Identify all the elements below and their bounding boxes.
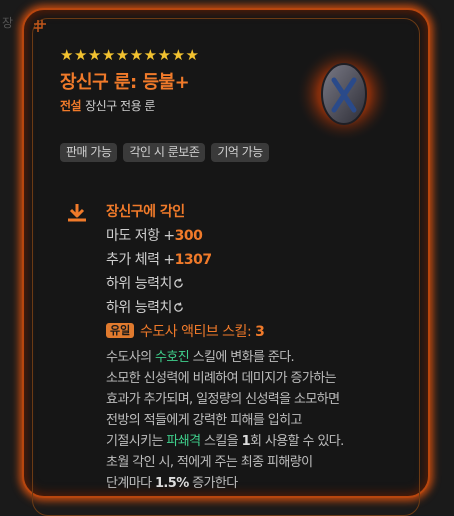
description-line: 기절시키는 파쇄격 스킬을 1회 사용할 수 있다. (106, 434, 344, 449)
description-line: 전방의 적들에게 강력한 피해를 입히고 (106, 413, 302, 428)
grade-label: 전설 (60, 99, 82, 113)
grade-line: 전설 장신구 전용 룬 (60, 97, 155, 114)
download-arrow-icon (68, 204, 86, 222)
item-subtype: 장신구 전용 룬 (85, 99, 155, 113)
stat-magic-resist: 마도 저항 +300 (106, 228, 203, 244)
tag-list: 판매 가능 각인 시 룬보존 기억 가능 (60, 143, 269, 162)
sub-stat-1: 하위 능력치 (106, 273, 184, 293)
tag-memorizable: 기억 가능 (211, 143, 269, 162)
tag-rune-preserve: 각인 시 룬보존 (123, 143, 206, 162)
tag-sellable: 판매 가능 (60, 143, 118, 162)
rune-stone-x-icon (296, 46, 392, 142)
background-label: 장 (2, 16, 13, 30)
stat-extra-health: 추가 체력 +1307 (106, 252, 212, 268)
skill-name-highlight: 파쇄격 (166, 434, 201, 449)
corner-ornament-icon (34, 20, 46, 32)
skill-line: 수도사 액티브 스킬: 3 (140, 324, 265, 340)
skill-name-highlight: 수호진 (154, 350, 190, 365)
item-title: 장신구 룬: 등불+ (60, 72, 190, 93)
star-rating: ★★★★★★★★★★ (60, 46, 200, 64)
refresh-icon (174, 302, 183, 312)
unique-badge: 유일 (106, 323, 135, 338)
item-tooltip: ★★★★★★★★★★ 장신구 룬: 등불+ 전설 장신구 전용 룬 판매 가능 각… (22, 8, 430, 516)
sub-stat-2: 하위 능력치 (106, 297, 184, 317)
refresh-icon (174, 278, 183, 288)
description-line: 효과가 추가되며, 일정량의 신성력을 소모하면 (106, 392, 340, 407)
description-line: 단계마다 1.5% 증가한다 (106, 476, 238, 491)
description-line: 소모한 신성력에 비례하여 데미지가 증가하는 (106, 371, 337, 386)
engrave-title: 장신구에 각인 (106, 204, 185, 220)
description-line: 수도사의 수호진 스킬에 변화를 준다. (106, 350, 295, 365)
description-line: 초월 각인 시, 적에게 주는 최종 피해량이 (106, 455, 313, 470)
